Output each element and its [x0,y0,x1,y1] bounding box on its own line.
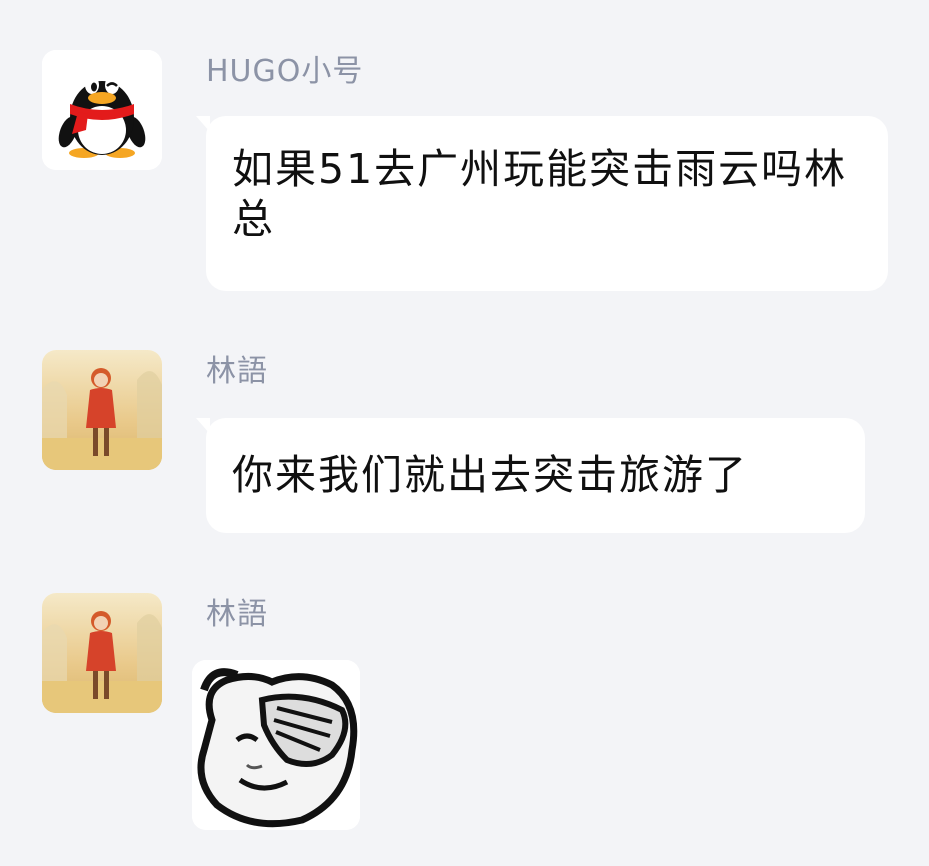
sender-name: HUGO小号 [206,54,364,89]
message-bubble[interactable]: 如果51去广州玩能突击雨云吗林总 [196,116,888,291]
message-text: 你来我们就出去突击旅游了 [232,451,748,499]
message-bubble[interactable]: 你来我们就出去突击旅游了 [196,418,865,533]
message-text: 如果51去广州玩能突击雨云吗林总 [232,145,848,243]
qq-penguin-icon [42,50,162,170]
anime-girl-avatar [42,350,162,470]
anime-girl-avatar [42,593,162,713]
avatar[interactable] [42,593,162,713]
avatar[interactable] [42,50,162,170]
sticker-image[interactable] [192,660,360,830]
sender-name: 林語 [206,597,268,632]
facepalm-panda-sticker [192,660,360,830]
avatar[interactable] [42,350,162,470]
sender-name: 林語 [206,354,268,389]
